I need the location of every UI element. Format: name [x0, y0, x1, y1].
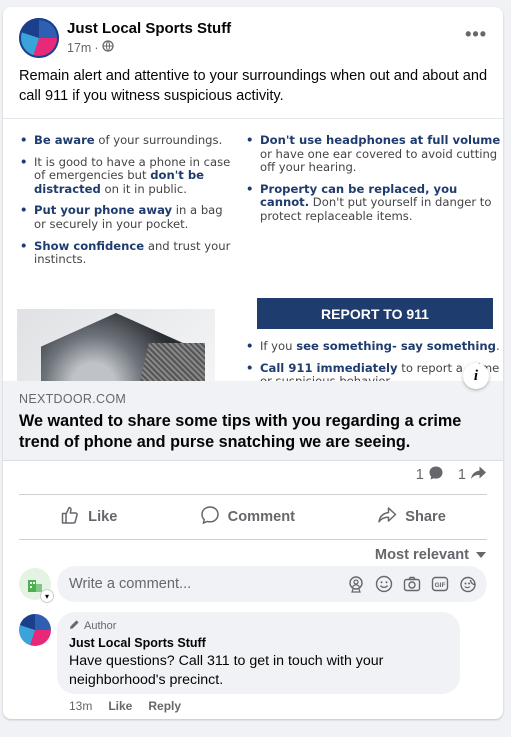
comment-item: Author Just Local Sports Stuff Have ques… [19, 612, 487, 713]
comment-bubble-icon [428, 465, 444, 485]
link-title: We wanted to share some tips with you re… [19, 412, 462, 451]
like-button[interactable]: Like [40, 499, 137, 535]
share-button[interactable]: Share [357, 499, 466, 535]
comment-input-box: GIF [57, 566, 487, 602]
share-arrow-icon [470, 465, 487, 485]
comment-time[interactable]: 13m [69, 699, 92, 713]
user-avatar[interactable]: ▾ [19, 568, 53, 602]
thumbs-up-icon [60, 505, 80, 529]
emoji-icon[interactable] [374, 575, 393, 594]
post-meta: 17m · [67, 40, 114, 55]
post-header: Just Local Sports Stuff 17m · ••• [19, 18, 487, 62]
link-domain: NEXTDOOR.COM [19, 392, 127, 406]
avatar-sticker-icon[interactable] [346, 575, 365, 594]
comment-count[interactable]: 1 [416, 465, 444, 485]
svg-text:GIF: GIF [434, 582, 445, 589]
share-count[interactable]: 1 [458, 465, 487, 485]
tip-item: Property can be replaced, you cannot. Do… [246, 182, 503, 224]
sticker-icon[interactable] [458, 575, 477, 594]
info-icon[interactable]: i [463, 363, 489, 389]
tip-item: It is good to have a phone in case of em… [20, 155, 238, 197]
page-name[interactable]: Just Local Sports Stuff [67, 20, 231, 37]
link-meta[interactable]: NEXTDOOR.COM We wanted to share some tip… [3, 381, 503, 461]
gif-icon[interactable]: GIF [430, 575, 449, 594]
phone-snatch-photo [17, 309, 215, 382]
comment-button[interactable]: Comment [180, 499, 315, 535]
tip-item: Show confidence and trust your instincts… [20, 239, 238, 267]
link-preview-image[interactable]: Be aware of your surroundings. It is goo… [3, 118, 503, 382]
comment-reply-button[interactable]: Reply [148, 699, 181, 713]
building-icon [28, 580, 42, 592]
comment-bubble: Author Just Local Sports Stuff Have ques… [57, 612, 460, 694]
tip-item: Don't use headphones at full volume or h… [246, 133, 503, 175]
engagement-counts: 1 1 [416, 461, 487, 489]
globe-icon [101, 40, 114, 55]
tip-item: Be aware of your surroundings. [20, 133, 238, 148]
comment-icon [200, 505, 220, 529]
post-actions: Like Comment Share [19, 494, 487, 540]
post-text: Remain alert and attentive to your surro… [19, 68, 488, 104]
commenter-name[interactable]: Just Local Sports Stuff [69, 636, 206, 650]
post-card: Just Local Sports Stuff 17m · ••• Remain… [3, 7, 503, 719]
tips-right: Don't use headphones at full volume or h… [246, 133, 503, 232]
caret-down-icon [475, 547, 487, 563]
page-avatar[interactable] [19, 18, 59, 58]
pencil-icon [69, 619, 80, 633]
more-options-icon[interactable]: ••• [465, 24, 487, 45]
comment-like-button[interactable]: Like [108, 699, 132, 713]
meta-separator: · [94, 40, 99, 55]
tip-item: If you see something- say something. [246, 339, 503, 354]
author-badge: Author [69, 619, 116, 633]
comment-text: Have questions? Call 311 to get in touch… [69, 653, 384, 688]
report-banner: REPORT TO 911 [257, 298, 493, 329]
commenter-avatar[interactable] [19, 614, 51, 646]
comment-input[interactable] [57, 575, 346, 593]
comment-actions: 13m Like Reply [69, 699, 181, 713]
camera-icon[interactable] [402, 575, 421, 594]
chevron-down-icon[interactable]: ▾ [41, 590, 53, 602]
tip-item: Put your phone away in a bag or securely… [20, 204, 238, 231]
share-icon [377, 505, 397, 529]
comment-composer: ▾ GIF [19, 566, 487, 604]
composer-tools: GIF [346, 575, 487, 594]
post-timestamp[interactable]: 17m [67, 41, 91, 55]
tips-left: Be aware of your surroundings. It is goo… [20, 133, 238, 275]
